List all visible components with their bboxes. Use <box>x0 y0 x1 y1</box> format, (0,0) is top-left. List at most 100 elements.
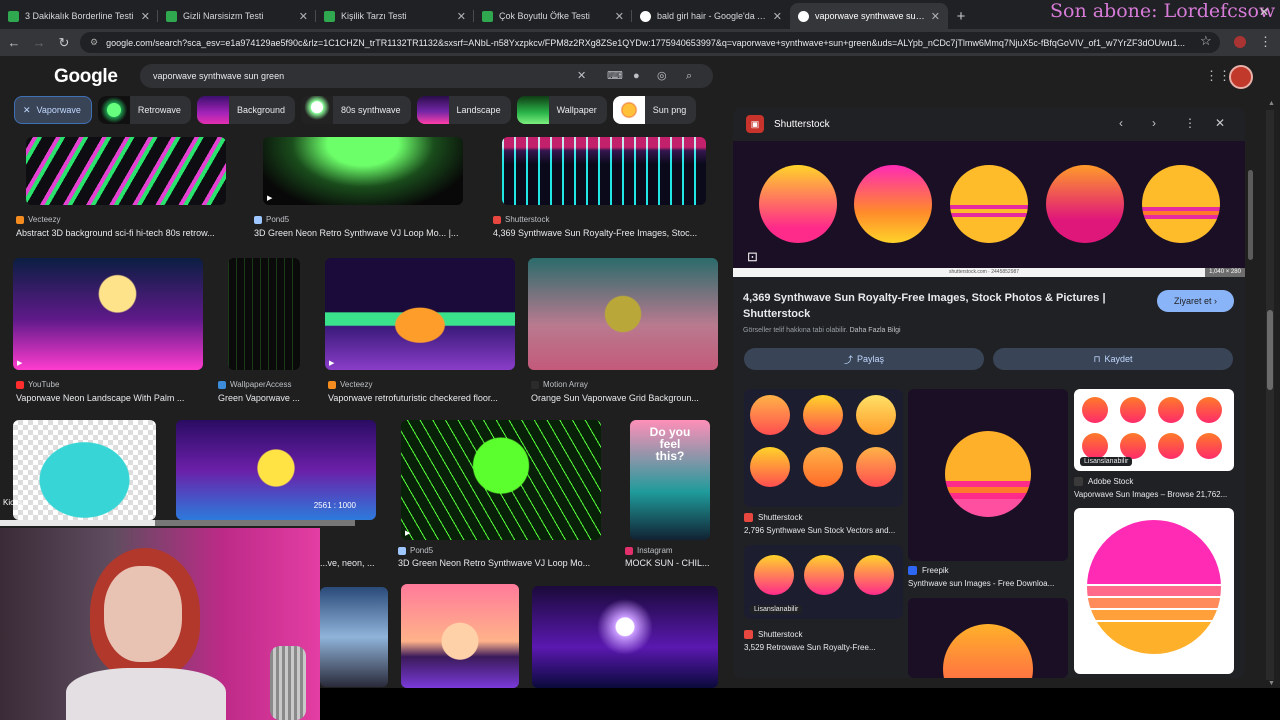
chip-80s-synthwave[interactable]: 80s synthwave <box>300 96 411 124</box>
result-source[interactable]: Pond5 <box>398 546 433 555</box>
scroll-up-icon[interactable]: ▲ <box>1268 100 1275 107</box>
search-icon[interactable]: ⌕ <box>686 64 692 88</box>
lens-search-icon[interactable]: ⊡ <box>747 249 758 265</box>
result-title[interactable]: Orange Sun Vaporwave Grid Backgroun... <box>531 393 721 403</box>
related-title[interactable]: Vaporwave Sun Images – Browse 21,762... <box>1074 490 1239 499</box>
chip-landscape[interactable]: Landscape <box>416 96 511 124</box>
search-input[interactable]: vaporwave synthwave sun green ✕ ⌨ ● ◎ ⌕ <box>140 64 713 88</box>
close-window-button[interactable]: ✕ <box>1254 5 1274 21</box>
result-source[interactable]: Vecteezy <box>328 380 372 389</box>
close-tab-icon[interactable]: ✕ <box>931 10 940 23</box>
result-image[interactable]: 2561 : 1000 <box>176 420 376 520</box>
result-source[interactable]: YouTube <box>16 380 59 389</box>
chip-wallpaper[interactable]: Wallpaper <box>516 96 607 124</box>
share-button[interactable]: ⤴ Paylaş <box>744 348 984 370</box>
related-image[interactable] <box>908 598 1068 678</box>
related-source[interactable]: Shutterstock <box>744 513 802 522</box>
result-image[interactable] <box>26 137 226 205</box>
more-options-icon[interactable]: ⋮ <box>1184 116 1196 130</box>
result-image[interactable] <box>502 137 706 205</box>
result-source[interactable]: Shutterstock <box>493 215 549 224</box>
result-source[interactable]: Pond5 <box>254 215 289 224</box>
scroll-thumb[interactable] <box>1248 170 1253 260</box>
preview-image[interactable] <box>733 141 1245 271</box>
preview-title[interactable]: 4,369 Synthwave Sun Royalty-Free Images,… <box>743 290 1133 322</box>
previous-icon[interactable]: ‹ <box>1119 116 1123 130</box>
related-image[interactable] <box>908 389 1068 561</box>
extension-icon[interactable] <box>1234 36 1246 48</box>
scroll-down-icon[interactable]: ▼ <box>1268 680 1275 687</box>
related-image[interactable]: Lisanslanabilir <box>1074 389 1234 471</box>
reload-icon[interactable]: ↻ <box>53 32 75 54</box>
tab-2[interactable]: Kişilik Tarzı Testi ✕ <box>316 3 474 29</box>
bookmark-star-icon[interactable]: ☆ <box>1200 33 1212 49</box>
learn-more-link[interactable]: Daha Fazla Bilgi <box>850 327 901 334</box>
result-title[interactable]: 3D Green Neon Retro Synthwave VJ Loop Mo… <box>398 558 608 568</box>
panel-scrollbar[interactable] <box>1248 110 1254 675</box>
panel-source-name[interactable]: Shutterstock <box>774 119 830 130</box>
related-title[interactable]: 2,796 Synthwave Sun Stock Vectors and... <box>744 526 909 535</box>
site-info-icon[interactable]: ⚙ <box>90 37 98 48</box>
result-source[interactable]: Vecteezy <box>16 215 60 224</box>
result-source[interactable]: Motion Array <box>531 380 588 389</box>
tab-3[interactable]: Çok Boyutlu Öfke Testi ✕ <box>474 3 632 29</box>
close-tab-icon[interactable]: ✕ <box>299 10 308 23</box>
result-image[interactable]: ▶ <box>325 258 515 370</box>
close-tab-icon[interactable]: ✕ <box>141 10 150 23</box>
close-panel-icon[interactable]: ✕ <box>1215 116 1225 130</box>
save-button[interactable]: ⊓ Kaydet <box>993 348 1233 370</box>
result-image[interactable]: ▶ <box>263 137 463 205</box>
related-title[interactable]: Synthwave sun Images - Free Downloa... <box>908 579 1073 588</box>
result-title[interactable]: Vaporwave retrofuturistic checkered floo… <box>328 393 518 403</box>
page-scrollbar[interactable] <box>1266 110 1274 680</box>
chip-vaporwave[interactable]: ✕ Vaporwave <box>14 96 92 124</box>
apps-grid-icon[interactable]: ⋮⋮ <box>1205 68 1231 84</box>
result-image[interactable] <box>13 420 156 520</box>
result-title[interactable]: ...ve, neon, ... <box>320 558 380 568</box>
tab-1[interactable]: Gizli Narsisizm Testi ✕ <box>158 3 316 29</box>
close-tab-icon[interactable]: ✕ <box>773 10 782 23</box>
result-title[interactable]: Green Vaporwave ... <box>218 393 310 403</box>
remove-chip-icon[interactable]: ✕ <box>23 105 31 116</box>
close-tab-icon[interactable]: ✕ <box>457 10 466 23</box>
microphone-icon[interactable]: ● <box>633 64 640 88</box>
result-title[interactable]: MOCK SUN - CHIL... <box>625 558 715 568</box>
tab-0[interactable]: 3 Dakikalık Borderline Testi ✕ <box>0 3 158 29</box>
back-icon[interactable]: ← <box>3 32 25 54</box>
related-source[interactable]: Freepik <box>908 566 949 575</box>
google-logo[interactable]: Google <box>54 66 118 88</box>
result-title[interactable]: Abstract 3D background sci-fi hi-tech 80… <box>16 228 231 238</box>
result-image[interactable]: Do you feel this? <box>630 420 710 540</box>
clear-icon[interactable]: ✕ <box>577 64 586 88</box>
result-image[interactable] <box>228 258 300 370</box>
result-image[interactable]: ▶ <box>401 420 601 540</box>
lens-icon[interactable]: ◎ <box>657 64 667 88</box>
related-source[interactable]: Shutterstock <box>744 630 802 639</box>
scroll-thumb[interactable] <box>1267 310 1273 390</box>
chip-sun-png[interactable]: Sun png <box>612 96 697 124</box>
result-image[interactable] <box>528 258 718 370</box>
avatar[interactable] <box>1229 65 1253 89</box>
related-source[interactable]: Adobe Stock <box>1074 477 1133 486</box>
address-bar[interactable]: ⚙ google.com/search?sca_esv=e1a974129ae5… <box>80 32 1220 53</box>
result-title[interactable]: 4,369 Synthwave Sun Royalty-Free Images,… <box>493 228 713 238</box>
related-image[interactable]: Lisanslanabilir <box>744 545 903 619</box>
chip-retrowave[interactable]: Retrowave <box>97 96 191 124</box>
result-image[interactable]: ▶ <box>13 258 203 370</box>
result-title[interactable]: 3D Green Neon Retro Synthwave VJ Loop Mo… <box>254 228 474 238</box>
browser-menu-icon[interactable]: ⋮ <box>1259 34 1272 50</box>
result-image[interactable] <box>532 586 718 688</box>
close-tab-icon[interactable]: ✕ <box>615 10 624 23</box>
chip-background[interactable]: Background <box>196 96 295 124</box>
visit-button[interactable]: Ziyaret et › <box>1157 290 1234 312</box>
new-tab-button[interactable]: + <box>948 3 974 29</box>
result-source[interactable]: WallpaperAccess <box>218 380 292 389</box>
next-icon[interactable]: › <box>1152 116 1156 130</box>
result-source[interactable]: Instagram <box>625 546 673 555</box>
related-title[interactable]: 3,529 Retrowave Sun Royalty-Free... <box>744 643 909 652</box>
related-image[interactable] <box>744 389 903 507</box>
tab-4[interactable]: bald girl hair - Google'da Ara ✕ <box>632 3 790 29</box>
forward-icon[interactable]: → <box>28 32 50 54</box>
keyboard-icon[interactable]: ⌨ <box>607 64 623 88</box>
result-title[interactable]: Vaporwave Neon Landscape With Palm ... <box>16 393 206 403</box>
